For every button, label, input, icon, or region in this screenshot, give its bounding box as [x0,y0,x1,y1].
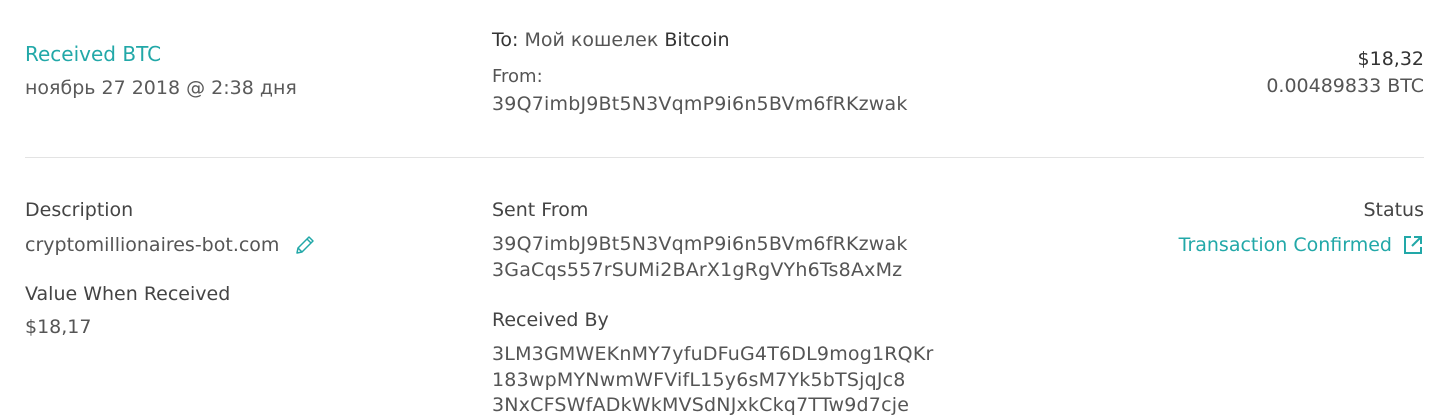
transaction-date: ноябрь 27 2018 @ 2:38 дня [25,77,297,99]
description-value: cryptomillionaires-bot.com [25,234,280,256]
status-label: Status [1363,199,1424,221]
description-label: Description [25,199,134,221]
to-line: To: Мой кошелек Bitcoin [492,29,730,51]
amount-btc: 0.00489833 BTC [1266,75,1424,97]
value-when-received: $18,17 [25,316,92,338]
from-address: 39Q7imbJ9Bt5N3VqmP9i6n5BVm6fRKzwak [492,93,908,115]
received-by-address: 3NxCFSWfADkWkMVSdNJxkCkq7TTw9d7cje [492,394,910,416]
received-by-address: 183wpMYNwmWFVifL15y6sM7Yk5bTSjqJc8 [492,369,906,391]
to-wallet-coin: Bitcoin [664,29,730,51]
to-label: To: [492,29,519,51]
to-wallet-prefix: Мой кошелек [524,29,659,51]
transaction-detail: Received BTC ноябрь 27 2018 @ 2:38 дня T… [0,0,1449,419]
from-label: From: [492,66,543,87]
sent-from-address: 39Q7imbJ9Bt5N3VqmP9i6n5BVm6fRKzwak [492,233,908,255]
status-link[interactable]: Transaction Confirmed [1179,234,1424,256]
value-when-received-label: Value When Received [25,283,231,305]
sent-from-address: 3GaCqs557rSUMi2BArX1gRgVYh6Ts8AxMz [492,259,903,281]
pencil-icon[interactable] [293,233,317,257]
external-link-icon[interactable] [1402,234,1424,256]
amount-usd: $18,32 [1357,48,1424,70]
received-by-label: Received By [492,309,609,331]
transaction-type-title: Received BTC [25,42,162,66]
section-divider [25,157,1424,158]
sent-from-label: Sent From [492,199,589,221]
received-by-address: 3LM3GMWEKnMY7yfuDFuG4T6DL9mog1RQKr [492,343,934,365]
description-row: cryptomillionaires-bot.com [25,233,317,257]
status-value[interactable]: Transaction Confirmed [1179,234,1392,256]
